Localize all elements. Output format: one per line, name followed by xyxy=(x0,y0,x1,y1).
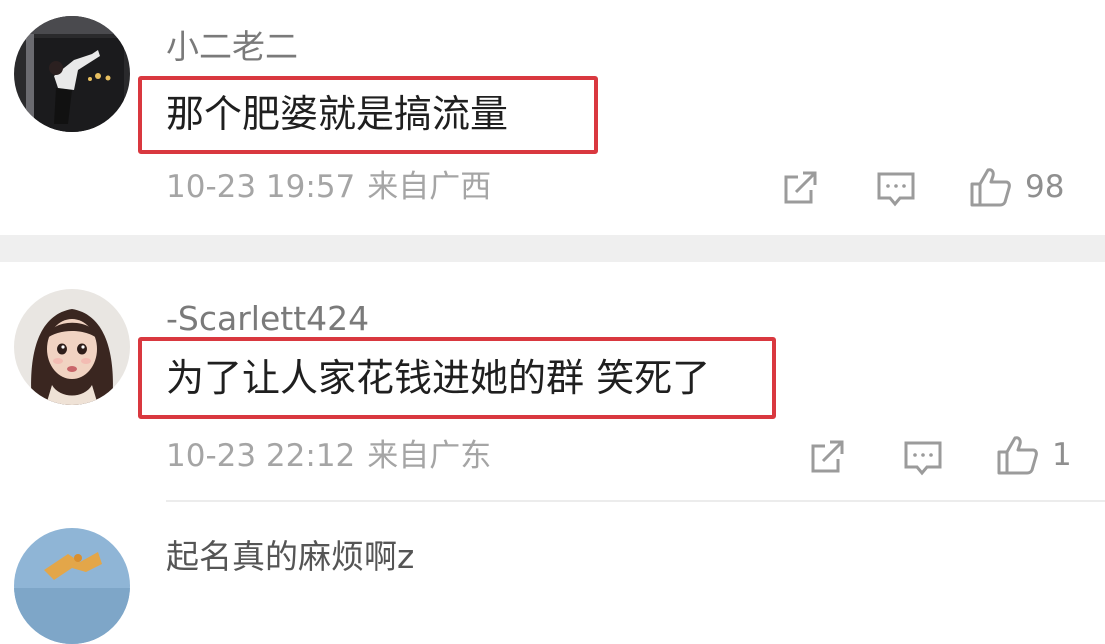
comment-button[interactable] xyxy=(876,170,916,208)
like-button[interactable]: 98 xyxy=(969,166,1064,208)
thumbs-up-icon xyxy=(970,168,1011,207)
comment-icon xyxy=(904,441,942,476)
comment-time: 10-23 19:57 xyxy=(166,169,356,205)
share-button[interactable] xyxy=(808,438,846,476)
comment-location: 来自广东 xyxy=(367,438,492,474)
comment-location: 来自广西 xyxy=(367,169,492,205)
like-count: 1 xyxy=(1052,436,1072,473)
comment-item: -Scarlett424 为了让人家花钱进她的群 笑死了 10-23 22:12… xyxy=(0,262,1105,502)
username[interactable]: -Scarlett424 xyxy=(166,302,369,335)
username[interactable]: 小二老二 xyxy=(166,30,298,63)
comment-text: 为了让人家花钱进她的群 笑死了 xyxy=(166,356,711,400)
comment-meta: 10-23 19:57 来自广西 xyxy=(166,172,491,203)
thumbs-up-icon xyxy=(997,436,1038,475)
comment-meta: 10-23 22:12 来自广东 xyxy=(166,441,491,472)
comment-text: 那个肥婆就是搞流量 xyxy=(166,92,509,136)
section-separator xyxy=(0,235,1105,262)
comment-time: 10-23 22:12 xyxy=(166,438,356,474)
comment-item: 小二老二 那个肥婆就是搞流量 10-23 19:57 来自广西 98 xyxy=(0,0,1105,235)
like-button[interactable]: 1 xyxy=(996,434,1072,476)
share-icon xyxy=(811,440,844,473)
like-count: 98 xyxy=(1025,168,1065,205)
share-button[interactable] xyxy=(781,169,819,207)
comment-item: 起名真的麻烦啊z xyxy=(0,502,1105,644)
avatar[interactable] xyxy=(14,16,130,132)
comment-button[interactable] xyxy=(903,439,943,477)
share-icon xyxy=(784,171,817,204)
avatar[interactable] xyxy=(14,528,130,644)
username[interactable]: 起名真的麻烦啊z xyxy=(166,540,414,573)
comment-icon xyxy=(877,172,915,207)
avatar[interactable] xyxy=(14,289,130,405)
